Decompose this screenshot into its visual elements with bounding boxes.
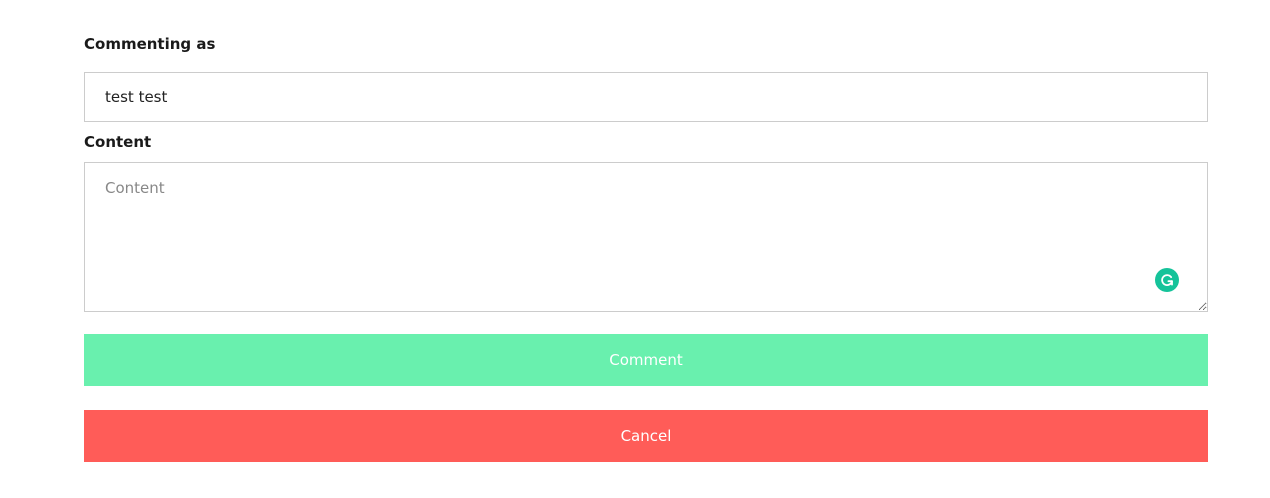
grammarly-icon[interactable]	[1155, 268, 1179, 292]
comment-button[interactable]: Comment	[84, 334, 1208, 386]
content-label: Content	[84, 133, 152, 151]
commenting-as-label: Commenting as	[84, 35, 216, 53]
content-field-wrapper	[84, 162, 1208, 312]
content-textarea[interactable]	[84, 162, 1208, 312]
commenting-as-input[interactable]	[84, 72, 1208, 122]
cancel-button[interactable]: Cancel	[84, 410, 1208, 462]
